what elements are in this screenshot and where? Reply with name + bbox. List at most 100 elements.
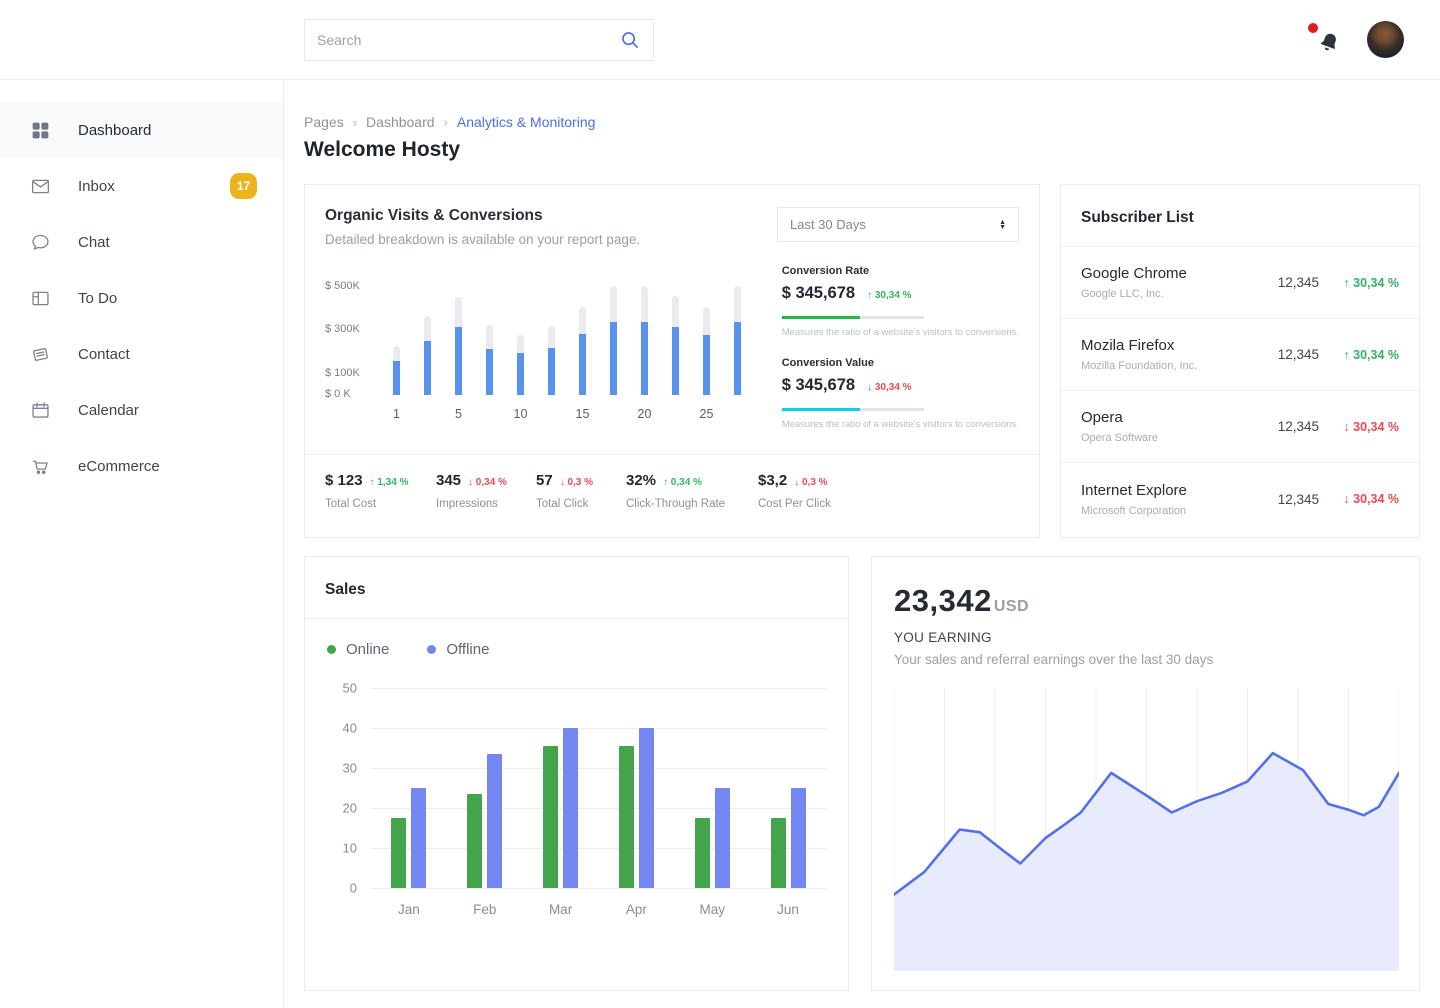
search-icon[interactable]: [619, 29, 641, 51]
sales-col-jun: [750, 688, 826, 888]
organic-visits-card: Organic Visits & Conversions Detailed br…: [304, 184, 1040, 538]
earnings-subtitle: Your sales and referral earnings over th…: [894, 652, 1397, 667]
sidebar-item-contact[interactable]: Contact: [0, 326, 283, 382]
earnings-area-svg: [894, 688, 1399, 971]
sidebar-item-label: Dashboard: [78, 122, 151, 139]
sales-x-tick: May: [674, 902, 750, 917]
organic-bar-conversions: [517, 353, 524, 395]
subscriber-row-mozila-firefox[interactable]: Mozila Firefox Mozilla Foundation, Inc. …: [1061, 319, 1419, 391]
subscriber-list-card: Subscriber List Google Chrome Google LLC…: [1060, 184, 1420, 538]
stat-value: 32%: [626, 472, 656, 489]
todo-icon: [30, 288, 51, 309]
stat-value: 57: [536, 472, 553, 489]
sales-y-tick: 0: [327, 881, 357, 896]
breadcrumb-separator: ›: [353, 115, 357, 130]
sales-x-tick: Mar: [523, 902, 599, 917]
subscriber-company: Google LLC, Inc.: [1081, 288, 1187, 300]
organic-x-tick: 15: [571, 407, 595, 421]
organic-x-tick: 10: [509, 407, 533, 421]
subscriber-change: ↑ 30,34 %: [1319, 276, 1399, 290]
metric-conversion-value: Conversion Value $ 345,678 ↓ 30,34 % Mea…: [782, 357, 1019, 430]
user-avatar[interactable]: [1367, 21, 1404, 58]
sidebar-item-dashboard[interactable]: Dashboard: [0, 102, 283, 158]
earnings-area-chart: [894, 688, 1399, 971]
sidebar: Dashboard Inbox17 Chat To Do Contact Cal…: [0, 0, 284, 1008]
organic-header: Organic Visits & Conversions Detailed br…: [305, 185, 1039, 247]
subscriber-row-opera[interactable]: Opera Opera Software 12,345 ↓ 30,34 %: [1061, 391, 1419, 463]
bell-icon: [1317, 31, 1341, 55]
sales-col-jan: [371, 688, 447, 888]
metric-progress-fill: [782, 316, 860, 319]
metric-progress-track: [782, 316, 924, 319]
metric-caption: Measures the ratio of a website's visito…: [782, 327, 1019, 338]
sales-bar-online: [391, 818, 406, 888]
stat-change: ↓ 0,34 %: [468, 477, 507, 488]
grid-icon: [30, 120, 51, 141]
metric-label: Conversion Rate: [782, 265, 1019, 277]
legend-dot: [327, 645, 336, 654]
organic-header-text: Organic Visits & Conversions Detailed br…: [325, 207, 640, 247]
sales-title: Sales: [305, 557, 848, 619]
stat-label: Total Cost: [325, 498, 436, 510]
sidebar-item-inbox[interactable]: Inbox17: [0, 158, 283, 214]
period-select[interactable]: Last 30 Days ▲▼: [777, 207, 1019, 242]
earnings-card: 23,342 USD YOU EARNING Your sales and re…: [871, 556, 1420, 991]
subscriber-info: Opera Opera Software: [1081, 409, 1158, 444]
stat-cost-per-click: $3,2 ↓ 0,3 % Cost Per Click: [758, 472, 878, 510]
subscriber-count: 12,345: [1278, 419, 1319, 434]
earnings-label: YOU EARNING: [894, 630, 1397, 645]
breadcrumb-pages[interactable]: Pages: [304, 114, 344, 130]
stat-impressions: 345 ↓ 0,34 % Impressions: [436, 472, 536, 510]
sidebar-item-label: To Do: [78, 290, 117, 307]
sales-bar-offline: [639, 728, 654, 888]
search-input[interactable]: [317, 32, 619, 48]
sidebar-item-ecommerce[interactable]: eCommerce: [0, 438, 283, 494]
conversion-metrics: Conversion Rate $ 345,678 ↑ 30,34 % Meas…: [782, 261, 1019, 449]
subscriber-row-google-chrome[interactable]: Google Chrome Google LLC, Inc. 12,345 ↑ …: [1061, 247, 1419, 319]
notifications-button[interactable]: [1317, 27, 1341, 53]
stat-total-click: 57 ↓ 0,3 % Total Click: [536, 472, 626, 510]
sidebar-item-calendar[interactable]: Calendar: [0, 382, 283, 438]
sidebar-item-label: Contact: [78, 346, 130, 363]
organic-x-tick: 5: [447, 407, 471, 421]
metric-progress-fill: [782, 408, 860, 411]
cart-icon: [30, 456, 51, 477]
subscriber-row-internet-explore[interactable]: Internet Explore Microsoft Corporation 1…: [1061, 463, 1419, 535]
sidebar-item-to-do[interactable]: To Do: [0, 270, 283, 326]
organic-bar-conversions: [579, 334, 586, 395]
metric-label: Conversion Value: [782, 357, 1019, 369]
inbox-badge: 17: [230, 173, 257, 199]
breadcrumb-dashboard[interactable]: Dashboard: [366, 114, 435, 130]
legend-item-online[interactable]: Online: [327, 641, 389, 658]
subscriber-count: 12,345: [1278, 347, 1319, 362]
legend-label: Online: [346, 641, 389, 658]
organic-x-tick: 25: [695, 407, 719, 421]
metric-change: ↑ 30,34 %: [867, 290, 911, 301]
subscriber-change: ↓ 30,34 %: [1319, 420, 1399, 434]
breadcrumb-current[interactable]: Analytics & Monitoring: [457, 114, 596, 130]
logo-area: [0, 0, 284, 80]
sales-gridline: [371, 888, 826, 889]
organic-bar-conversions: [641, 322, 648, 395]
select-arrows-icon: ▲▼: [999, 220, 1006, 230]
subscriber-info: Internet Explore Microsoft Corporation: [1081, 482, 1187, 517]
page-title: Welcome Hosty: [304, 138, 1420, 162]
sales-x-tick: Jun: [750, 902, 826, 917]
legend-label: Offline: [446, 641, 489, 658]
legend-item-offline[interactable]: Offline: [427, 641, 489, 658]
search-box[interactable]: [304, 19, 654, 61]
sales-col-mar: [523, 688, 599, 888]
stat-label: Cost Per Click: [758, 498, 878, 510]
subscriber-change: ↓ 30,34 %: [1319, 492, 1399, 506]
subscriber-change: ↑ 30,34 %: [1319, 348, 1399, 362]
sidebar-item-chat[interactable]: Chat: [0, 214, 283, 270]
subscriber-company: Microsoft Corporation: [1081, 505, 1187, 517]
organic-bar-conversions: [610, 322, 617, 395]
topbar-actions: [1317, 21, 1420, 58]
sidebar-item-label: Calendar: [78, 402, 139, 419]
metric-conversion-rate: Conversion Rate $ 345,678 ↑ 30,34 % Meas…: [782, 265, 1019, 338]
organic-x-tick: 1: [385, 407, 409, 421]
stat-value: $3,2: [758, 472, 787, 489]
sales-bar-offline: [411, 788, 426, 888]
stat-label: Click-Through Rate: [626, 498, 758, 510]
